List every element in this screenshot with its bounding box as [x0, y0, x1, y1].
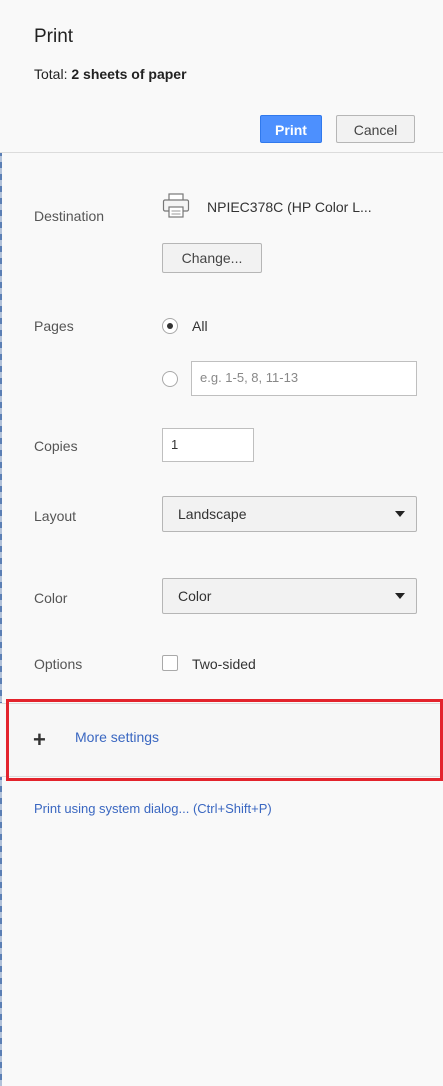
cancel-button[interactable]: Cancel	[336, 115, 415, 143]
two-sided-checkbox[interactable]	[162, 655, 178, 671]
pages-custom-input[interactable]: e.g. 1-5, 8, 11-13	[191, 361, 417, 396]
change-destination-button[interactable]: Change...	[162, 243, 262, 273]
color-label: Color	[34, 590, 68, 606]
pages-all-label: All	[192, 318, 208, 334]
print-button[interactable]: Print	[260, 115, 322, 143]
dropdown-arrow-icon	[395, 593, 405, 599]
destination-label: Destination	[34, 208, 105, 224]
window-left-edge	[0, 0, 2, 1086]
sheet-summary: Total: 2 sheets of paper	[34, 66, 187, 82]
system-dialog-link[interactable]: Print using system dialog... (Ctrl+Shift…	[34, 801, 272, 816]
more-settings-label: More settings	[75, 729, 160, 745]
total-label: Total:	[34, 66, 68, 82]
pages-label: Pages	[34, 318, 74, 334]
color-select[interactable]: Color	[162, 578, 417, 614]
layout-selected-value: Landscape	[178, 506, 247, 522]
destination-printer-name: NPIEC378C (HP Color L...	[207, 199, 372, 215]
options-label: Options	[34, 656, 83, 672]
copies-input[interactable]: 1	[162, 428, 254, 462]
layout-select[interactable]: Landscape	[162, 496, 417, 532]
radio-selected-dot	[167, 323, 173, 329]
copies-label: Copies	[34, 438, 78, 454]
color-selected-value: Color	[178, 588, 212, 604]
pages-all-radio[interactable]	[162, 318, 178, 334]
pages-custom-radio[interactable]	[162, 371, 178, 387]
print-header: Print Total: 2 sheets of paper Print Can…	[0, 0, 443, 153]
dropdown-arrow-icon	[395, 511, 405, 517]
layout-label: Layout	[34, 508, 77, 524]
more-settings-row[interactable]: + More settings	[0, 703, 443, 777]
printer-icon	[162, 193, 190, 218]
total-value: 2 sheets of paper	[71, 66, 187, 82]
plus-icon: +	[33, 727, 46, 752]
page-title: Print	[34, 26, 74, 47]
two-sided-label: Two-sided	[192, 656, 256, 672]
